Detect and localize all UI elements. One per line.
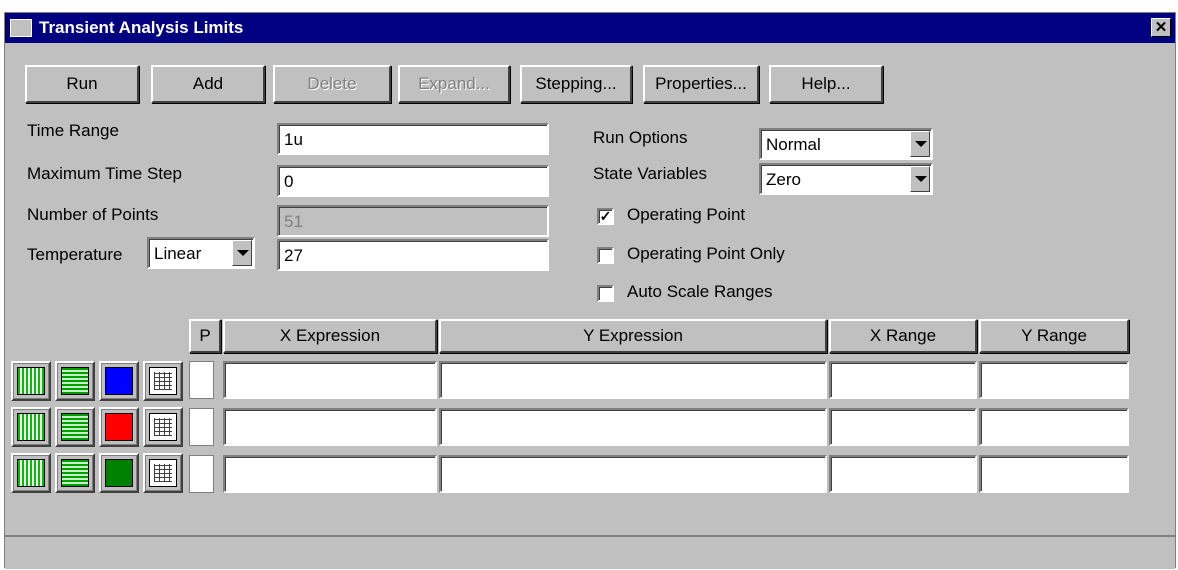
run-options-label: Run Options — [593, 128, 688, 147]
help-button[interactable]: Help... — [769, 65, 883, 103]
state-variables-label: State Variables — [593, 164, 708, 183]
run-options-dropdown[interactable]: Normal — [759, 128, 933, 160]
y-expression-cell[interactable] — [439, 455, 827, 493]
operating-point-checkbox[interactable]: ✓ — [597, 208, 614, 225]
transient-analysis-limits-window: Transient Analysis Limits ✕ Run Add Dele… — [4, 12, 1176, 569]
properties-button[interactable]: Properties... — [643, 65, 759, 103]
close-button[interactable]: ✕ — [1151, 18, 1171, 37]
plot-color-icon[interactable] — [99, 453, 139, 493]
run-button[interactable]: Run — [25, 65, 139, 103]
chevron-down-icon[interactable] — [910, 131, 930, 157]
x-range-cell[interactable] — [829, 455, 977, 493]
plot-grid-icon[interactable] — [143, 361, 183, 401]
p-cell[interactable] — [189, 361, 214, 399]
delete-button[interactable]: Delete — [273, 65, 391, 103]
y-range-cell[interactable] — [979, 408, 1129, 446]
time-range-field[interactable]: 1u — [277, 123, 549, 155]
x-range-cell[interactable] — [829, 408, 977, 446]
time-range-label: Time Range — [27, 121, 119, 140]
x-range-cell[interactable] — [829, 361, 977, 399]
state-variables-value: Zero — [766, 170, 801, 189]
auto-scale-ranges-label: Auto Scale Ranges — [627, 282, 773, 301]
window-title: Transient Analysis Limits — [39, 18, 244, 37]
temperature-label: Temperature — [27, 245, 123, 264]
column-header-x-range[interactable]: X Range — [829, 319, 977, 353]
y-expression-cell[interactable] — [439, 408, 827, 446]
y-expression-cell[interactable] — [439, 361, 827, 399]
p-cell[interactable] — [189, 455, 214, 493]
horizontal-grid-icon[interactable] — [55, 361, 95, 401]
horizontal-grid-icon[interactable] — [55, 453, 95, 493]
horizontal-grid-icon[interactable] — [55, 407, 95, 447]
y-range-cell[interactable] — [979, 361, 1129, 399]
num-points-label: Number of Points — [27, 205, 159, 224]
x-expression-cell[interactable] — [223, 455, 437, 493]
x-expression-cell[interactable] — [223, 408, 437, 446]
column-header-p[interactable]: P — [189, 319, 221, 353]
p-cell[interactable] — [189, 408, 214, 446]
status-bar — [5, 535, 1175, 569]
stepping-button[interactable]: Stepping... — [520, 65, 632, 103]
plot-grid-icon[interactable] — [143, 453, 183, 493]
chevron-down-icon[interactable] — [232, 240, 252, 266]
max-time-step-field[interactable]: 0 — [277, 165, 549, 197]
vertical-grid-icon[interactable] — [11, 361, 51, 401]
temperature-mode-value: Linear — [154, 244, 202, 263]
operating-point-only-checkbox[interactable] — [597, 247, 614, 264]
vertical-grid-icon[interactable] — [11, 407, 51, 447]
num-points-field: 51 — [277, 205, 549, 237]
max-time-step-label: Maximum Time Step — [27, 164, 182, 183]
column-header-y-expression[interactable]: Y Expression — [439, 319, 827, 353]
plot-grid-icon[interactable] — [143, 407, 183, 447]
expand-button[interactable]: Expand... — [398, 65, 510, 103]
operating-point-only-label: Operating Point Only — [627, 244, 785, 263]
plot-color-icon[interactable] — [99, 407, 139, 447]
auto-scale-ranges-checkbox[interactable] — [597, 285, 614, 302]
temperature-mode-dropdown[interactable]: Linear — [147, 237, 255, 269]
vertical-grid-icon[interactable] — [11, 453, 51, 493]
run-options-value: Normal — [766, 135, 821, 154]
chevron-down-icon[interactable] — [910, 166, 930, 192]
add-button[interactable]: Add — [151, 65, 265, 103]
plot-color-icon[interactable] — [99, 361, 139, 401]
title-bar[interactable]: Transient Analysis Limits ✕ — [5, 13, 1175, 43]
temperature-field[interactable]: 27 — [277, 239, 549, 271]
state-variables-dropdown[interactable]: Zero — [759, 163, 933, 195]
x-expression-cell[interactable] — [223, 361, 437, 399]
column-header-y-range[interactable]: Y Range — [979, 319, 1129, 353]
column-header-x-expression[interactable]: X Expression — [223, 319, 437, 353]
y-range-cell[interactable] — [979, 455, 1129, 493]
operating-point-label: Operating Point — [627, 205, 746, 224]
app-icon — [10, 19, 32, 37]
